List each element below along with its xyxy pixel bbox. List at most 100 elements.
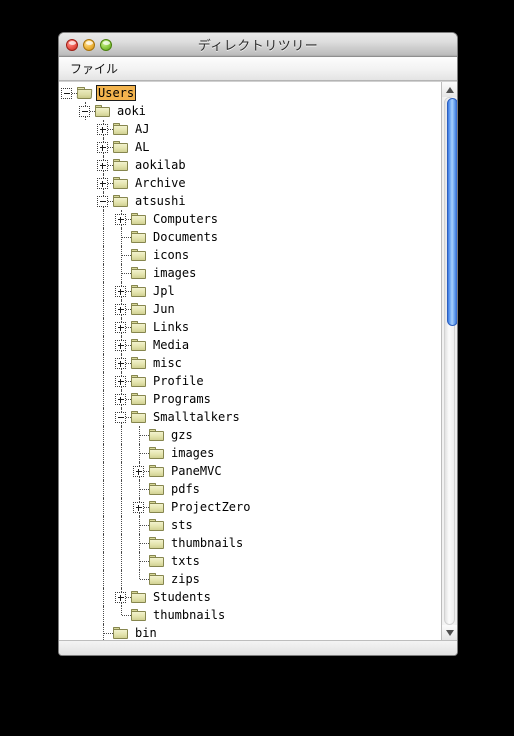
tree-node-label: pdfs: [171, 482, 200, 496]
tree-guide-cell: [95, 318, 113, 336]
content-area: Users aoki AJ AL aokilab Archive atsushi Comput…: [59, 81, 457, 640]
tree-guide-cell: [59, 264, 77, 282]
tree-row[interactable]: Jpl: [59, 282, 441, 300]
expand-toggle-icon[interactable]: [133, 502, 144, 513]
tree-node-label: icons: [153, 248, 190, 262]
tree-row[interactable]: pdfs: [59, 480, 441, 498]
tree-row[interactable]: ProjectZero: [59, 498, 441, 516]
tree-guide-cell: [59, 516, 77, 534]
tree-row[interactable]: Links: [59, 318, 441, 336]
tree-guide-cell: [59, 156, 77, 174]
tree-guide-cell: [59, 138, 77, 156]
tree-row[interactable]: zips: [59, 570, 441, 588]
directory-tree[interactable]: Users aoki AJ AL aokilab Archive atsushi Comput…: [59, 82, 441, 640]
expand-toggle-icon[interactable]: [115, 358, 126, 369]
expand-toggle-icon[interactable]: [133, 466, 144, 477]
tree-guide-cell: [95, 390, 113, 408]
expand-toggle-icon[interactable]: [115, 592, 126, 603]
tree-guide-cell: [59, 354, 77, 372]
tree-row[interactable]: Students: [59, 588, 441, 606]
tree-row[interactable]: aoki: [59, 102, 441, 120]
tree-indent-guides: [59, 606, 131, 624]
tree-row[interactable]: atsushi: [59, 192, 441, 210]
scrollbar-thumb[interactable]: [447, 98, 457, 326]
minimize-button[interactable]: [83, 38, 95, 51]
tree-indent-guides: [59, 516, 149, 534]
expand-toggle-icon[interactable]: [97, 142, 108, 153]
tree-row[interactable]: misc: [59, 354, 441, 372]
tree-row[interactable]: Users: [59, 84, 441, 102]
tree-indent-guides: [59, 318, 131, 336]
expand-toggle-icon[interactable]: [97, 178, 108, 189]
tree-guide-cell: [77, 606, 95, 624]
folder-icon: [149, 428, 165, 442]
scroll-down-arrow-icon[interactable]: [442, 625, 457, 640]
zoom-button[interactable]: [100, 38, 112, 51]
tree-row[interactable]: txts: [59, 552, 441, 570]
tree-guide-cell: [77, 372, 95, 390]
tree-row[interactable]: Profile: [59, 372, 441, 390]
folder-icon: [95, 104, 111, 118]
tree-indent-guides: [59, 426, 149, 444]
expand-toggle-icon[interactable]: [115, 340, 126, 351]
tree-row[interactable]: gzs: [59, 426, 441, 444]
tree-guide-cell: [77, 156, 95, 174]
collapse-toggle-icon[interactable]: [115, 412, 126, 423]
tree-row[interactable]: images: [59, 264, 441, 282]
tree-indent-guides: [59, 120, 113, 138]
tree-guide-cell: [77, 498, 95, 516]
tree-row[interactable]: thumbnails: [59, 534, 441, 552]
menu-item-file[interactable]: ファイル: [63, 58, 125, 79]
tree-row[interactable]: PaneMVC: [59, 462, 441, 480]
tree-row[interactable]: aokilab: [59, 156, 441, 174]
tree-node-label: bin: [135, 626, 157, 640]
expand-toggle-icon[interactable]: [97, 160, 108, 171]
tree-row[interactable]: images: [59, 444, 441, 462]
tree-row[interactable]: sts: [59, 516, 441, 534]
close-button[interactable]: [66, 38, 78, 51]
vertical-scrollbar[interactable]: [441, 82, 457, 640]
tree-row[interactable]: thumbnails: [59, 606, 441, 624]
tree-row[interactable]: Computers: [59, 210, 441, 228]
tree-guide-cell: [113, 552, 131, 570]
expand-toggle-icon[interactable]: [115, 214, 126, 225]
tree-node-hook: [113, 408, 131, 426]
tree-guide-cell: [95, 336, 113, 354]
folder-icon: [149, 536, 165, 550]
scrollbar-track[interactable]: [444, 97, 457, 625]
tree-node-label: misc: [153, 356, 182, 370]
tree-guide-cell: [77, 210, 95, 228]
tree-node-hook: [95, 174, 113, 192]
collapse-toggle-icon[interactable]: [79, 106, 90, 117]
expand-toggle-icon[interactable]: [115, 322, 126, 333]
folder-icon: [149, 446, 165, 460]
tree-row[interactable]: icons: [59, 246, 441, 264]
expand-toggle-icon[interactable]: [115, 376, 126, 387]
collapse-toggle-icon[interactable]: [97, 196, 108, 207]
tree-node-label: aokilab: [135, 158, 186, 172]
tree-indent-guides: [59, 138, 113, 156]
expand-toggle-icon[interactable]: [115, 286, 126, 297]
expand-toggle-icon[interactable]: [115, 394, 126, 405]
tree-node-label: images: [153, 266, 197, 280]
tree-row[interactable]: Jun: [59, 300, 441, 318]
tree-guide-cell: [113, 498, 131, 516]
tree-row[interactable]: AL: [59, 138, 441, 156]
folder-icon: [131, 320, 147, 334]
tree-row[interactable]: bin: [59, 624, 441, 640]
expand-toggle-icon[interactable]: [115, 304, 126, 315]
tree-row[interactable]: Documents: [59, 228, 441, 246]
tree-guide-cell: [77, 120, 95, 138]
tree-indent-guides: [59, 390, 131, 408]
tree-row[interactable]: Programs: [59, 390, 441, 408]
tree-guide-cell: [95, 354, 113, 372]
tree-row[interactable]: Archive: [59, 174, 441, 192]
tree-row[interactable]: Media: [59, 336, 441, 354]
scroll-up-arrow-icon[interactable]: [442, 82, 457, 97]
title-bar[interactable]: ディレクトリツリー: [59, 33, 457, 57]
collapse-toggle-icon[interactable]: [61, 88, 72, 99]
expand-toggle-icon[interactable]: [97, 124, 108, 135]
tree-row[interactable]: Smalltalkers: [59, 408, 441, 426]
tree-indent-guides: [59, 210, 131, 228]
tree-row[interactable]: AJ: [59, 120, 441, 138]
